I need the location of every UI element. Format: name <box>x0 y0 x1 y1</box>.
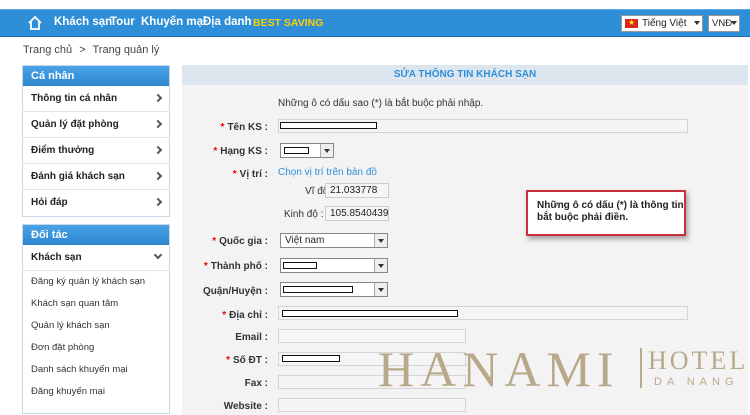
required-note: Những ô có dấu sao (*) là bắt buộc phải … <box>278 98 484 109</box>
logo-wordmark: HANAMI <box>378 341 620 397</box>
chevron-down-icon <box>374 283 387 296</box>
chevron-down-icon <box>731 21 737 25</box>
chevron-down-icon <box>374 234 387 247</box>
logo-hotel-text: HOTEL <box>648 346 749 375</box>
sidebar-subitem-favorite-hotels[interactable]: Khách sạn quan tâm <box>23 293 169 315</box>
chevron-right-icon <box>153 197 163 207</box>
vietnam-flag-icon <box>625 15 638 30</box>
logo-city-text: DA NANG <box>654 376 739 388</box>
country-value: Việt nam <box>285 235 325 246</box>
chevron-down-icon <box>320 144 333 157</box>
sidebar-item-bookings[interactable]: Quản lý đặt phòng <box>23 112 169 138</box>
sidebar-partner: Đối tác Khách sạn Đăng ký quản lý khách … <box>22 224 170 414</box>
sidebar-subitem-post-promo[interactable]: Đăng khuyến mại <box>23 381 169 403</box>
sidebar-subitem-manage-hotels[interactable]: Quản lý khách sạn <box>23 315 169 337</box>
hotel-rank-label: * Hạng KS : <box>213 146 268 157</box>
sidebar-partner-title: Đối tác <box>23 225 169 245</box>
chevron-right-icon <box>153 145 163 155</box>
breadcrumb-current: Trang quản lý <box>92 44 160 56</box>
nav-link-hotels[interactable]: Khách sạn <box>54 16 112 28</box>
sidebar-personal: Cá nhân Thông tin cá nhân Quản lý đặt ph… <box>22 65 170 217</box>
nav-link-promotions[interactable]: Khuyến mại <box>141 16 206 28</box>
sidebar-item-points[interactable]: Điểm thưởng <box>23 138 169 164</box>
redaction-mark <box>283 262 317 269</box>
latitude-field[interactable]: 21.033778 <box>325 183 389 198</box>
chevron-down-icon <box>374 259 387 272</box>
district-select[interactable] <box>280 282 388 297</box>
form-heading: SỬA THÔNG TIN KHÁCH SẠN <box>182 65 748 85</box>
country-select[interactable]: Việt nam <box>280 233 388 248</box>
nav-link-tour[interactable]: Tour <box>110 16 135 28</box>
language-value: Tiếng Việt <box>642 18 687 29</box>
chevron-right-icon <box>153 93 163 103</box>
sidebar-personal-title: Cá nhân <box>23 66 169 86</box>
redaction-mark <box>284 147 309 154</box>
redaction-mark <box>282 310 458 317</box>
fax-label: Fax : <box>244 378 268 389</box>
logo-divider <box>640 348 642 388</box>
sidebar-item-personal-info[interactable]: Thông tin cá nhân <box>23 86 169 112</box>
language-select[interactable]: Tiếng Việt <box>621 15 703 32</box>
chevron-right-icon <box>153 171 163 181</box>
hotel-rank-select[interactable] <box>280 143 334 158</box>
website-label: Website : <box>223 401 268 412</box>
sidebar-subitem-orders[interactable]: Đơn đặt phòng <box>23 337 169 359</box>
district-label: Quận/Huyện : <box>202 286 268 297</box>
breadcrumb: Trang chủ > Trang quản lý <box>23 44 163 56</box>
redaction-mark <box>282 355 340 362</box>
longitude-field[interactable]: 105.8540439 <box>325 206 389 221</box>
hotel-name-label: * Tên KS : <box>220 122 268 133</box>
top-navigation: Khách sạn Tour Khuyến mại Địa danh BEST … <box>0 0 750 46</box>
chevron-down-icon <box>694 21 700 25</box>
chevron-right-icon <box>153 119 163 129</box>
chevron-down-icon <box>153 250 163 260</box>
nav-bar: Khách sạn Tour Khuyến mại Địa danh BEST … <box>0 9 750 37</box>
email-label: Email : <box>235 332 268 343</box>
required-fields-callout: Những ô có dấu (*) là thông tin bắt buộc… <box>526 190 686 236</box>
redaction-mark <box>283 286 353 293</box>
breadcrumb-separator: > <box>79 44 86 56</box>
website-field[interactable] <box>278 398 466 412</box>
redaction-mark <box>280 122 377 129</box>
country-label: * Quốc gia : <box>212 236 268 247</box>
sidebar-item-reviews[interactable]: Đánh giá khách sạn <box>23 164 169 190</box>
longitude-label: Kinh độ : <box>284 209 324 220</box>
currency-value: VNĐ <box>712 18 733 29</box>
choose-on-map-link[interactable]: Chọn vị trí trên bản đồ <box>278 167 377 178</box>
home-icon[interactable] <box>27 15 43 31</box>
nav-link-best-saving[interactable]: BEST SAVING <box>253 17 323 29</box>
city-select[interactable] <box>280 258 388 273</box>
sidebar-item-hotels-group[interactable]: Khách sạn <box>23 245 169 271</box>
sidebar-subitem-promo-list[interactable]: Danh sách khuyến mại <box>23 359 169 381</box>
address-label: * Địa chỉ : <box>222 310 268 321</box>
location-label: * Vị trí : <box>232 169 268 180</box>
phone-label: * Số ĐT : <box>226 355 268 366</box>
sidebar-item-faq[interactable]: Hỏi đáp <box>23 190 169 216</box>
currency-select[interactable]: VNĐ <box>708 15 740 32</box>
breadcrumb-home[interactable]: Trang chủ <box>23 44 72 56</box>
nav-link-destinations[interactable]: Địa danh <box>203 16 252 28</box>
sidebar-subitem-register-hotel[interactable]: Đăng ký quản lý khách sạn <box>23 271 169 293</box>
city-label: * Thành phố : <box>203 261 268 272</box>
